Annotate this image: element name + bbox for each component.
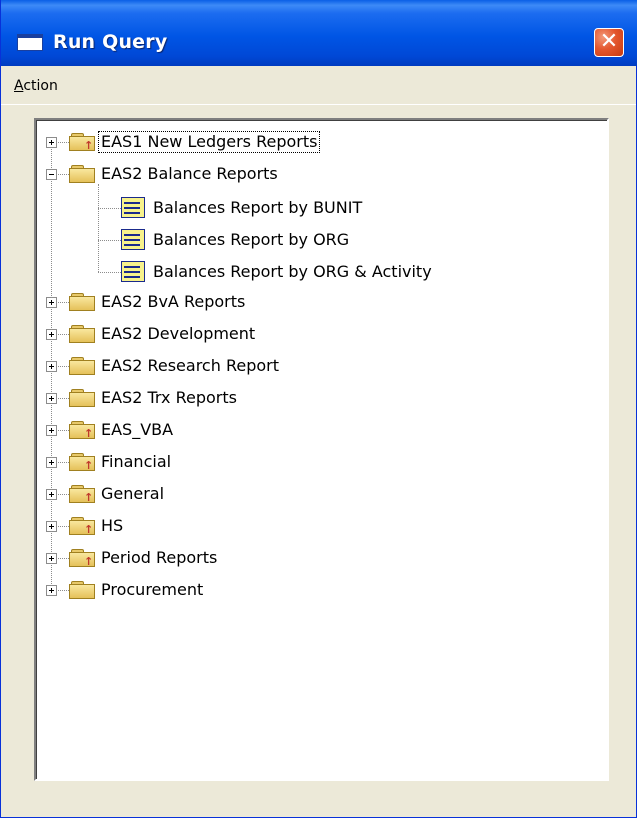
expand-toggle-icon[interactable] [46, 553, 57, 564]
tree-node-label: EAS2 Balance Reports [101, 164, 278, 183]
tree-node-label: Balances Report by ORG [153, 230, 350, 249]
tree-node-child[interactable]: Balances Report by BUNIT [36, 196, 596, 220]
tree-line [98, 208, 121, 209]
menu-action-label: ction [23, 78, 58, 94]
menu-action-accelerator: A [14, 78, 24, 94]
tree-node-label: EAS2 Trx Reports [101, 388, 237, 407]
folder-with-arrow-icon: ↑ [69, 421, 97, 440]
expand-toggle-icon[interactable] [46, 489, 57, 500]
expand-toggle-icon[interactable] [46, 521, 57, 532]
title-bar[interactable]: Run Query ✕ [1, 0, 637, 66]
folder-icon [69, 581, 97, 600]
tree-node[interactable]: Procurement [36, 580, 596, 604]
folder-with-arrow-icon: ↑ [69, 549, 97, 568]
expand-toggle-icon[interactable] [46, 297, 57, 308]
tree-line [98, 272, 121, 273]
tree-node[interactable]: ↑ HS [36, 516, 596, 540]
tree-node-label: Financial [101, 452, 172, 471]
folder-with-arrow-icon: ↑ [69, 453, 97, 472]
expand-toggle-icon[interactable] [46, 457, 57, 468]
folder-icon [69, 389, 97, 408]
report-icon [121, 197, 147, 219]
tree-node-label: Procurement [101, 580, 204, 599]
folder-with-arrow-icon: ↑ [69, 485, 97, 504]
close-icon: ✕ [599, 29, 619, 54]
menu-action[interactable]: Action [14, 78, 58, 94]
window-icon [17, 34, 43, 51]
report-icon [121, 229, 147, 251]
tree-node[interactable]: EAS2 Balance Reports [36, 164, 596, 188]
run-query-window: Run Query ✕ Action ↑ EAS1 New Ledgers Rep… [0, 0, 637, 818]
menu-bar: Action [1, 66, 636, 104]
report-icon [121, 261, 147, 283]
folder-icon [69, 165, 97, 184]
collapse-toggle-icon[interactable] [46, 169, 57, 180]
tree-node-label: Period Reports [101, 548, 218, 567]
window-title: Run Query [53, 31, 168, 53]
tree-node-label: HS [101, 516, 124, 535]
tree-node-label: EAS2 Research Report [101, 356, 279, 375]
query-tree[interactable]: ↑ EAS1 New Ledgers Reports EAS2 Balance Re… [34, 118, 609, 781]
folder-with-arrow-icon: ↑ [69, 133, 97, 152]
tree-node-child[interactable]: Balances Report by ORG [36, 228, 596, 252]
tree-node[interactable]: ↑ EAS_VBA [36, 420, 596, 444]
tree-node-label: EAS2 BvA Reports [101, 292, 246, 311]
folder-icon [69, 293, 97, 312]
expand-toggle-icon[interactable] [46, 425, 57, 436]
expand-toggle-icon[interactable] [46, 137, 57, 148]
tree-node[interactable]: ↑ General [36, 484, 596, 508]
tree-node[interactable]: EAS2 BvA Reports [36, 292, 596, 316]
tree-node[interactable]: EAS2 Research Report [36, 356, 596, 380]
tree-node-label: EAS1 New Ledgers Reports [97, 131, 321, 153]
expand-toggle-icon[interactable] [46, 329, 57, 340]
tree-node-label: Balances Report by BUNIT [153, 198, 363, 217]
expand-toggle-icon[interactable] [46, 393, 57, 404]
folder-with-arrow-icon: ↑ [69, 517, 97, 536]
expand-toggle-icon[interactable] [46, 585, 57, 596]
tree-node-child[interactable]: Balances Report by ORG & Activity [36, 260, 596, 284]
tree-node[interactable]: ↑ Period Reports [36, 548, 596, 572]
folder-icon [69, 357, 97, 376]
menu-separator [1, 104, 636, 105]
tree-node[interactable]: ↑ EAS1 New Ledgers Reports [36, 131, 596, 156]
tree-node[interactable]: ↑ Financial [36, 452, 596, 476]
tree-line [98, 184, 99, 272]
tree-node-label: EAS2 Development [101, 324, 256, 343]
tree-node[interactable]: EAS2 Trx Reports [36, 388, 596, 412]
tree-node-label: General [101, 484, 165, 503]
folder-icon [69, 325, 97, 344]
tree-node[interactable]: EAS2 Development [36, 324, 596, 348]
close-button[interactable]: ✕ [594, 28, 624, 57]
tree-node-label: Balances Report by ORG & Activity [153, 262, 432, 281]
tree-node-label: EAS_VBA [101, 420, 174, 439]
tree-line [98, 240, 121, 241]
expand-toggle-icon[interactable] [46, 361, 57, 372]
